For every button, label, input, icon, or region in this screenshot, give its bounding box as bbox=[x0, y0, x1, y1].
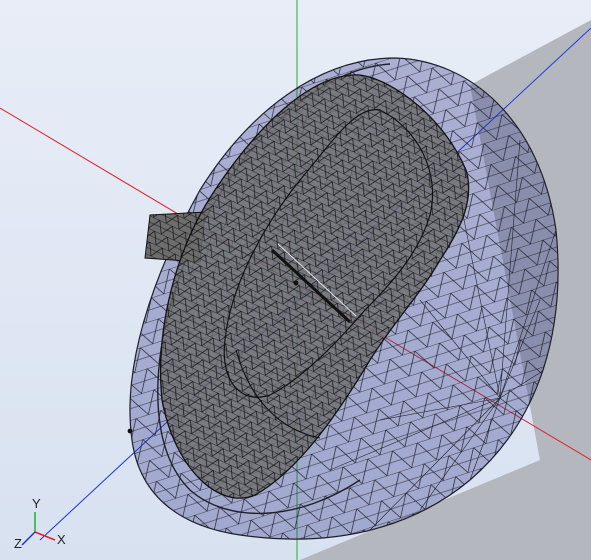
triad-x-label: X bbox=[57, 532, 66, 547]
triad-y-label: Y bbox=[32, 496, 41, 511]
axis-triad bbox=[21, 512, 56, 546]
triad-z-label: Z bbox=[14, 536, 22, 551]
pivot-marker bbox=[293, 280, 299, 286]
origin-marker bbox=[127, 428, 133, 434]
3d-viewport[interactable]: Y X Z bbox=[0, 0, 591, 560]
